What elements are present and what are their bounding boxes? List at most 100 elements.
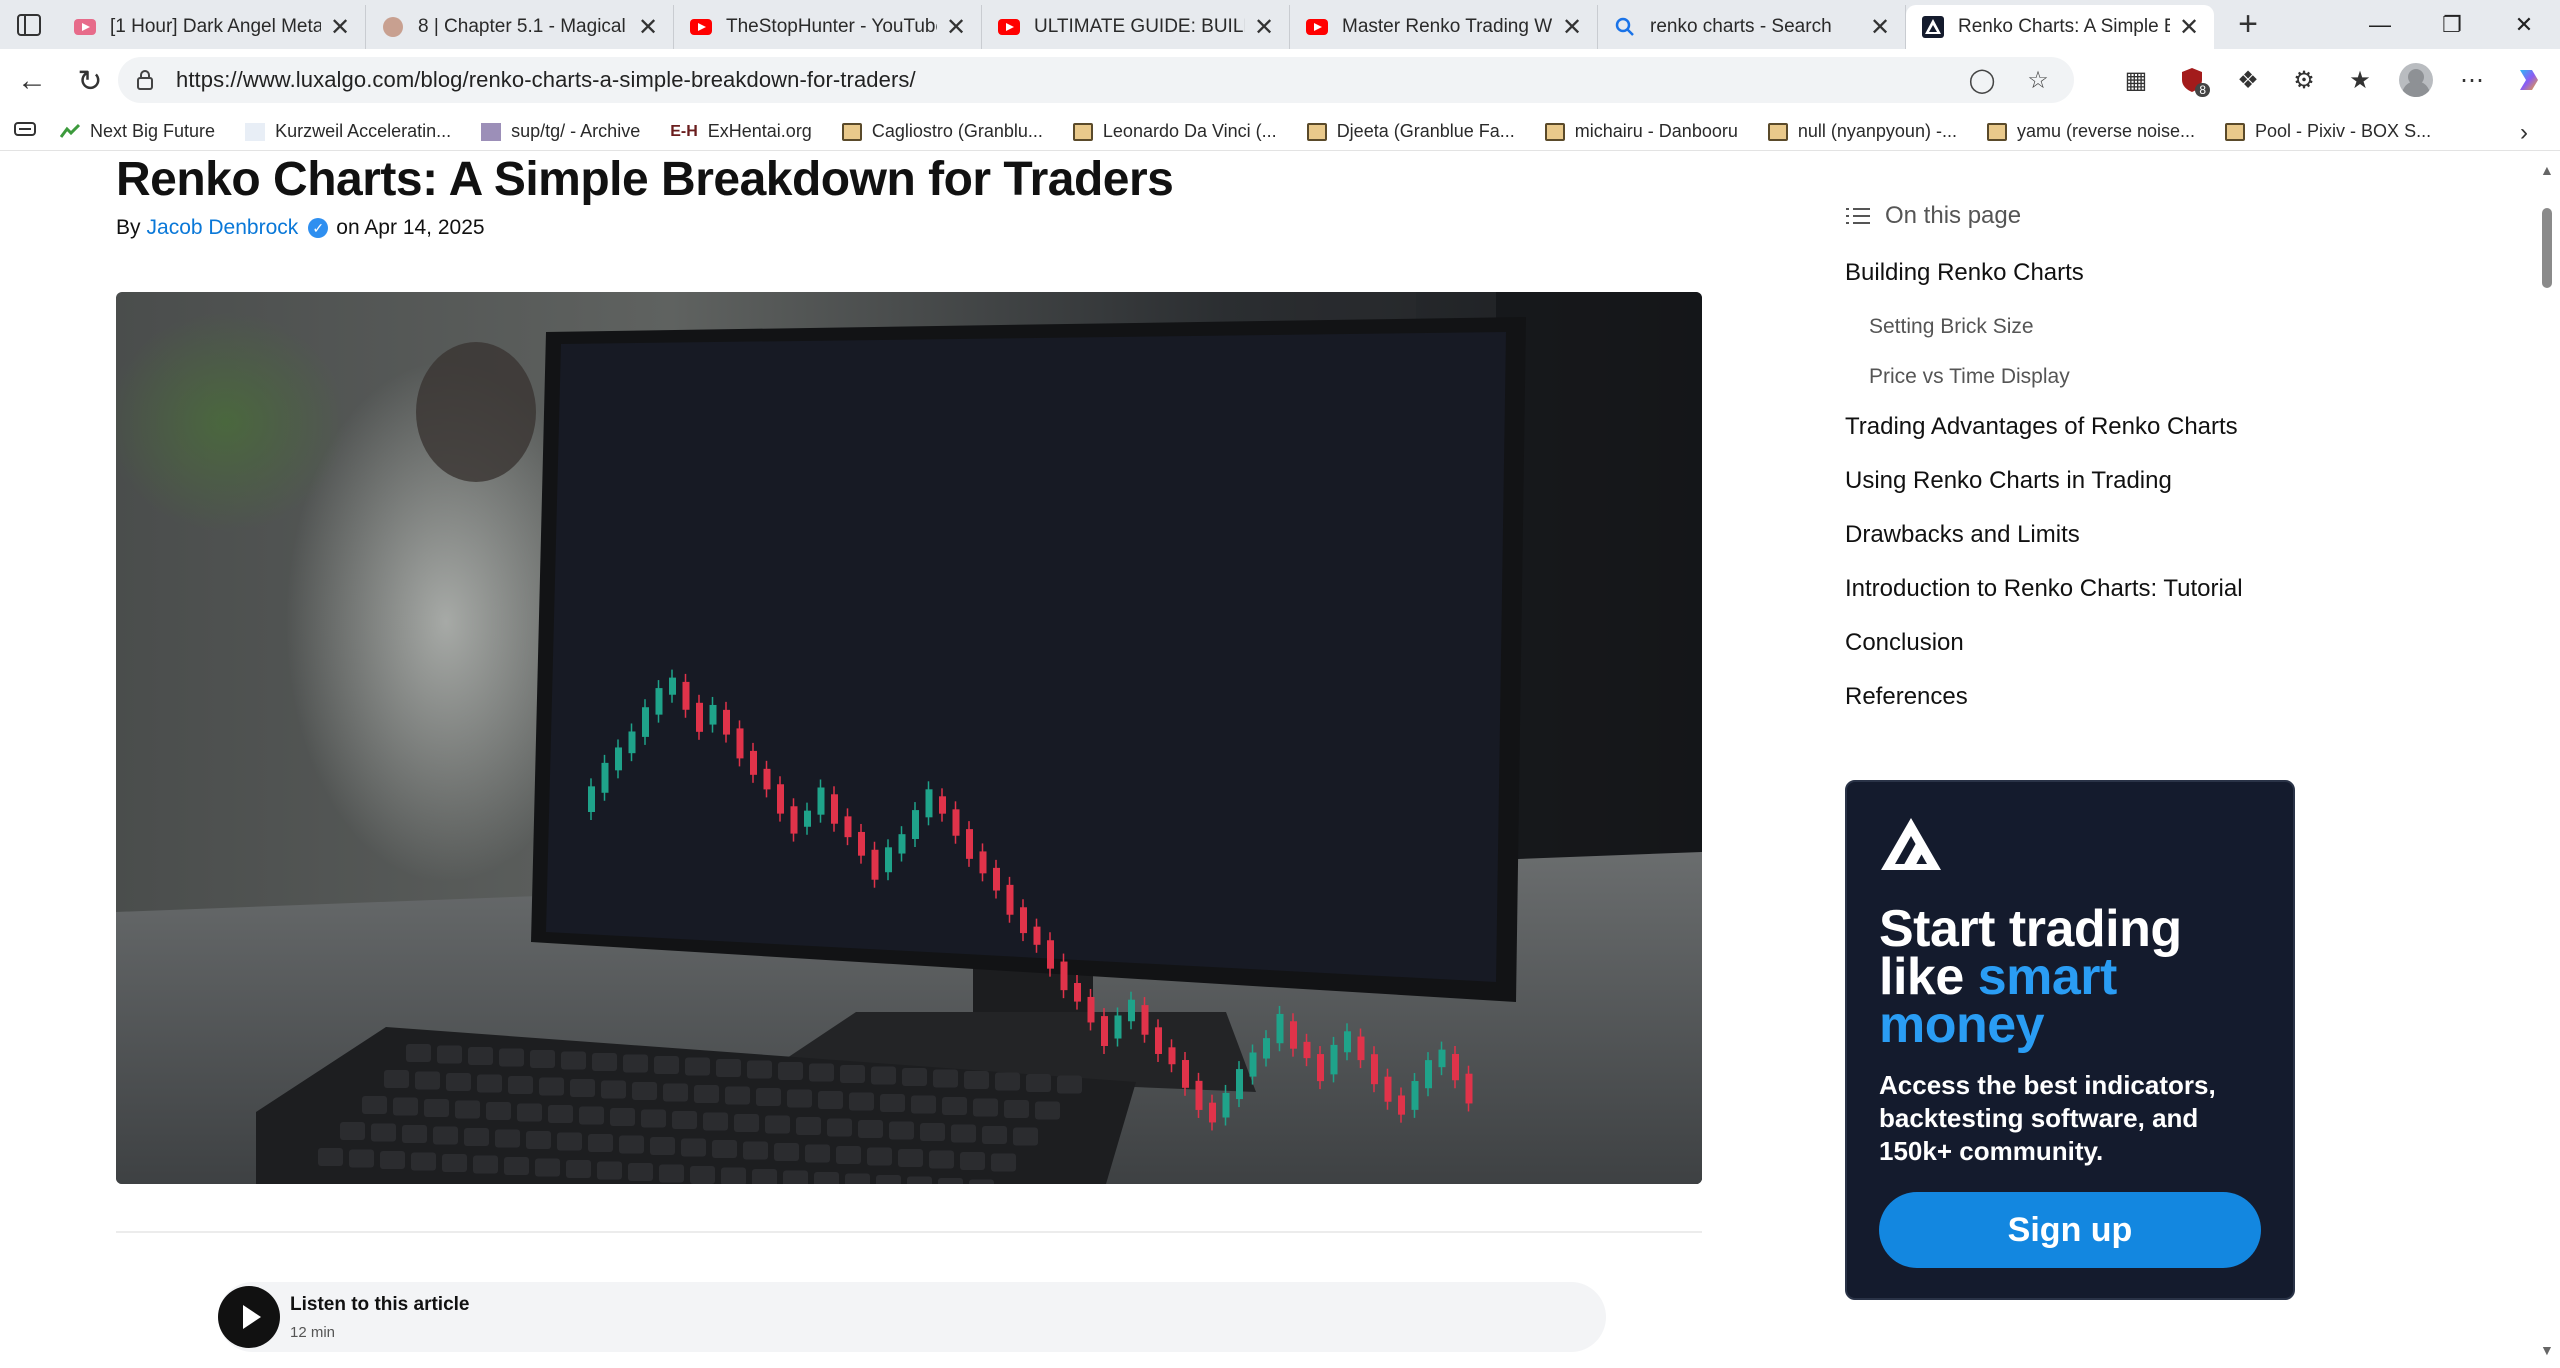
sign-up-button[interactable]: Sign up — [1879, 1192, 2261, 1268]
keyboard-key — [867, 1147, 892, 1166]
more-bookmarks-chevron-icon[interactable]: › — [2520, 119, 2528, 147]
candle-body — [1317, 1054, 1324, 1082]
window-controls: — ❐ ✕ — [2344, 0, 2560, 49]
tab-title: renko charts - Search — [1650, 16, 1832, 37]
keyboard-key — [632, 1082, 657, 1100]
tab-2[interactable]: TheStopHunter - YouTube ✕ — [674, 5, 982, 49]
candle-body — [1249, 1052, 1257, 1077]
bookmark-item[interactable]: sup/tg/ - Archive — [481, 121, 640, 142]
keyboard-key — [716, 1059, 741, 1077]
tab-4[interactable]: Master Renko Trading With ✕ — [1290, 5, 1598, 49]
keyboard-key — [526, 1131, 551, 1149]
keyboard-key — [752, 1169, 777, 1184]
keyboard-key — [933, 1069, 958, 1088]
keyboard-key — [942, 1097, 967, 1115]
bookmark-item[interactable]: michairu - Danbooru — [1544, 121, 1738, 142]
toc-item[interactable]: Using Renko Charts in Trading — [1845, 466, 2285, 520]
qr-code-icon[interactable]: ▦ — [2108, 57, 2164, 103]
keyboard-key — [876, 1175, 901, 1184]
copilot-icon[interactable] — [2500, 57, 2556, 103]
bookmark-item[interactable]: null (nyanpyoun) -... — [1767, 121, 1957, 142]
address-bar[interactable]: https://www.luxalgo.com/blog/renko-chart… — [118, 57, 2074, 103]
keyboard-key — [672, 1111, 697, 1129]
candle-body — [979, 851, 987, 874]
site-info-icon[interactable] — [134, 69, 156, 91]
tab-close-icon[interactable]: ✕ — [329, 13, 351, 42]
bookmark-item[interactable]: Djeeta (Granblue Fa... — [1306, 121, 1515, 142]
keyboard-key — [619, 1135, 644, 1154]
url-text[interactable]: https://www.luxalgo.com/blog/renko-chart… — [176, 67, 1946, 93]
keyboard-key — [1035, 1101, 1060, 1120]
ublock-extension-icon[interactable]: 8 — [2164, 57, 2220, 103]
back-button[interactable]: ← — [6, 55, 58, 107]
folder-icon — [1986, 122, 2007, 141]
toc-item[interactable]: Conclusion — [1845, 628, 2285, 682]
candle-body — [763, 768, 771, 790]
author-link[interactable]: Jacob Denbrock — [147, 216, 299, 240]
toc-item[interactable]: References — [1845, 682, 2285, 736]
play-button[interactable] — [218, 1286, 280, 1348]
keyboard-key — [530, 1050, 555, 1068]
close-window-button[interactable]: ✕ — [2488, 0, 2560, 49]
keyboard-key — [902, 1068, 927, 1086]
refresh-button[interactable]: ↻ — [64, 55, 116, 107]
tab-close-icon[interactable]: ✕ — [1869, 13, 1891, 42]
profile-button[interactable] — [2388, 57, 2444, 103]
toc-item[interactable]: Introduction to Renko Charts: Tutorial — [1845, 574, 2285, 628]
candle-body — [844, 816, 852, 838]
new-tab-button[interactable]: + — [2222, 3, 2274, 47]
tab-actions-button[interactable] — [0, 0, 58, 49]
bookmark-label: Cagliostro (Granblu... — [871, 121, 1043, 141]
tab-close-icon[interactable]: ✕ — [1253, 13, 1275, 42]
toc-item[interactable]: Trading Advantages of Renko Charts — [1845, 412, 2285, 466]
more-menu-icon[interactable]: ⋯ — [2444, 57, 2500, 103]
keyboard-key — [681, 1138, 706, 1157]
tab-close-icon[interactable]: ✕ — [637, 13, 659, 42]
bookmark-item[interactable]: Pool - Pixiv - BOX S... — [2225, 121, 2431, 142]
bookmark-item[interactable]: Cagliostro (Granblu... — [841, 121, 1043, 142]
tab-6[interactable]: Renko Charts: A Simple Bre ✕ — [1906, 5, 2214, 49]
toc-item[interactable]: Building Renko Charts — [1845, 258, 2285, 312]
bookmark-item[interactable]: E-H ExHentai.org — [670, 121, 812, 142]
toc-item[interactable]: Drawbacks and Limits — [1845, 520, 2285, 574]
extensions-puzzle-icon[interactable]: ❖ — [2220, 57, 2276, 103]
tab-close-icon[interactable]: ✕ — [1561, 13, 1583, 42]
candle-body — [1438, 1049, 1446, 1068]
tab-5[interactable]: renko charts - Search ✕ — [1598, 5, 1906, 49]
bookmarks-bar: Next Big Future Kurzweil Acceleratin... su… — [0, 113, 2560, 151]
keyboard-key — [446, 1073, 471, 1091]
refresh-icon: ↻ — [77, 64, 103, 98]
tab-list: [1 Hour] Dark Angel Metal (✕ 8 | Chapter … — [58, 0, 2214, 49]
minimize-button[interactable]: — — [2344, 0, 2416, 49]
scroll-up-arrow-icon[interactable]: ▲ — [2540, 162, 2554, 178]
bookmark-item[interactable]: Next Big Future — [59, 121, 215, 142]
performance-icon[interactable]: ⚙ — [2276, 57, 2332, 103]
favorite-star-icon[interactable]: ☆ — [2018, 60, 2058, 100]
tab-close-icon[interactable]: ✕ — [945, 13, 967, 42]
bookmark-manager-icon[interactable] — [14, 120, 40, 143]
bookmark-item[interactable]: Leonardo Da Vinci (... — [1072, 121, 1277, 142]
keyboard-key — [411, 1152, 436, 1171]
toc-subitem[interactable]: Setting Brick Size — [1845, 312, 2285, 362]
reading-mode-icon[interactable]: ◯ — [1962, 60, 2002, 100]
restore-button[interactable]: ❐ — [2416, 0, 2488, 49]
toc-subitem[interactable]: Price vs Time Display — [1845, 362, 2285, 412]
tab-1[interactable]: 8 | Chapter 5.1 - Magical Gi ✕ — [366, 5, 674, 49]
tab-0[interactable]: [1 Hour] Dark Angel Metal (✕ — [58, 5, 366, 49]
youtube-icon — [1306, 16, 1328, 38]
bookmark-item[interactable]: yamu (reverse noise... — [1986, 121, 2195, 142]
luxalgo-icon — [1922, 16, 1944, 38]
avatar-favicon-icon — [382, 16, 404, 38]
page-scrollbar[interactable]: ▲ ▼ — [2534, 152, 2560, 1368]
scroll-down-arrow-icon[interactable]: ▼ — [2540, 1342, 2554, 1358]
favorites-icon[interactable]: ★ — [2332, 57, 2388, 103]
scrollbar-thumb[interactable] — [2542, 208, 2552, 288]
audio-player: Listen to this article 12 min — [218, 1282, 1606, 1352]
keyboard-key — [641, 1109, 666, 1128]
tab-close-icon[interactable]: ✕ — [2178, 13, 2200, 42]
signup-ad-card: Start trading like smart money Access th… — [1845, 780, 2295, 1300]
bookmark-item[interactable]: Kurzweil Acceleratin... — [245, 121, 451, 142]
candle-body — [696, 702, 703, 732]
tab-3[interactable]: ULTIMATE GUIDE: BUILD A ✕ — [982, 5, 1290, 49]
keyboard-key — [920, 1123, 945, 1141]
